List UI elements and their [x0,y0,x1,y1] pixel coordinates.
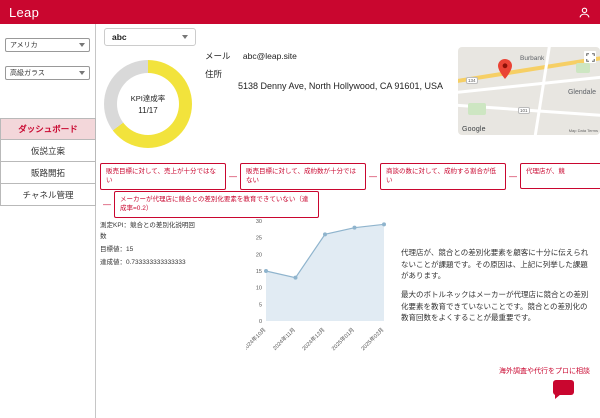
company-select[interactable]: abc [104,28,196,46]
sidebar-item-dashboard[interactable]: ダッシュボード [0,118,96,140]
issue-chain: 販売目標に対して、売上が十分ではない — 販売目標に対して、成約数が十分ではない… [100,163,600,190]
kpi-value: 11/17 [138,106,157,115]
sidebar-item-hypothesis[interactable]: 仮説立案 [0,140,96,162]
product-select[interactable]: 高級ガラス [5,66,90,80]
svg-text:30: 30 [256,219,262,225]
analysis-text: 代理店が、競合との差別化要素を顧客に十分に伝えられないことが課題です。その原因は… [401,247,589,331]
kpi-donut-chart: KPI達成率 11/17 [104,60,192,148]
chevron-down-icon [182,35,188,39]
chevron-down-icon [79,43,85,47]
map-park [468,103,486,115]
product-select-value: 高級ガラス [10,68,45,78]
analysis-paragraph: 最大のボトルネックはメーカーが代理店に競合との差別化要素を教育できていないことで… [401,289,589,324]
app-header: Leap [0,0,600,24]
dash-connector: — [103,200,111,209]
map-pin-icon[interactable] [498,59,512,84]
chat-bubble-icon[interactable] [553,380,574,395]
analysis-paragraph: 代理店が、競合との差別化要素を顧客に十分に伝えられないことが課題です。その原因は… [401,247,589,282]
user-icon[interactable] [578,6,591,19]
chevron-down-icon [79,71,85,75]
dash-connector: — [369,172,377,181]
kpi-detail-achieved: 達成値：0.733333333333333 [100,257,200,268]
email-value: abc@leap.site [243,51,297,61]
map-attribution[interactable]: Map Data Terms [569,128,598,133]
svg-text:2024年12月: 2024年12月 [300,326,326,351]
sidebar-item-channel-management[interactable]: チャネル管理 [0,184,96,206]
svg-text:20: 20 [256,252,262,258]
svg-text:2025年02月: 2025年02月 [359,326,385,351]
address-value: 5138 Denny Ave, North Hollywood, CA 9160… [238,81,468,91]
kpi-label: KPI達成率 [131,93,166,104]
dash-connector: — [509,172,517,181]
email-row: メール abc@leap.site [205,50,297,62]
svg-text:15: 15 [256,269,262,275]
sidebar-item-sales-channel[interactable]: 販路開拓 [0,162,96,184]
kpi-detail-target: 目標値：15 [100,244,200,255]
dash-connector: — [229,172,237,181]
issue-card[interactable]: 代理店が、競 [520,163,600,189]
fullscreen-icon[interactable] [584,51,596,63]
svg-text:2024年10月: 2024年10月 [246,326,267,351]
address-label: 住所 [205,68,222,80]
svg-text:25: 25 [256,236,262,242]
kpi-trend-line-chart: 0510152025302024年10月2024年11月2024年12月2025… [246,213,396,351]
map-widget[interactable]: 134 101 Burbank Glendale Google Map Data… [458,47,600,135]
svg-text:2024年11月: 2024年11月 [271,326,297,351]
sidebar: アメリカ 高級ガラス ダッシュボード 仮説立案 販路開拓 チャネル管理 [0,24,96,418]
kpi-donut-center: KPI達成率 11/17 [117,73,179,135]
map-city-label: Glendale [568,89,596,96]
brand-logo: Leap [9,5,39,20]
route-badge: 101 [518,107,530,114]
svg-text:10: 10 [256,286,262,292]
consult-link[interactable]: 海外調査や代行をプロに相談 [499,366,590,376]
svg-text:2025年01月: 2025年01月 [329,326,355,351]
map-city-label: Burbank [520,55,544,62]
google-logo: Google [462,126,486,133]
route-badge: 134 [466,77,478,84]
region-select[interactable]: アメリカ [5,38,90,52]
issue-card[interactable]: 商談の数に対して、成約する割合が低い [380,163,506,190]
issue-card[interactable]: 販売目標に対して、売上が十分ではない [100,163,226,190]
map-park [576,63,590,73]
kpi-detail-block: 測定KPI：競合との差別化説明回数 目標値：15 達成値：0.733333333… [100,220,200,270]
svg-text:0: 0 [259,319,262,325]
company-select-value: abc [112,32,127,42]
kpi-detail-name: 測定KPI：競合との差別化説明回数 [100,220,200,242]
email-label: メール [205,51,231,61]
svg-text:5: 5 [259,302,262,308]
region-select-value: アメリカ [10,40,38,50]
issue-card[interactable]: 販売目標に対して、成約数が十分ではない [240,163,366,190]
sidebar-nav: ダッシュボード 仮説立案 販路開拓 チャネル管理 [0,118,96,206]
